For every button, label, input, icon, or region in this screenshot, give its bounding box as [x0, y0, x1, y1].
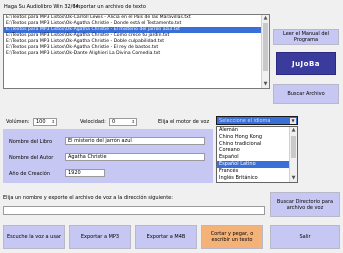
scroll-up-icon[interactable]: ▲ — [262, 15, 269, 22]
spinner-arrows-icon[interactable]: ⇕ — [132, 119, 135, 125]
dropdown-scrollbar[interactable]: ▲ ▼ — [289, 127, 297, 182]
export-m4b-button[interactable]: Exportar a M4B — [135, 225, 197, 249]
creation-year-label: Año de Creación — [9, 171, 51, 177]
author-name-label: Nombre del Autor — [9, 155, 54, 161]
scroll-down-icon[interactable]: ▼ — [262, 81, 269, 88]
export-prompt: Elija un nombre y exporte el archivo de … — [3, 195, 173, 201]
volume-spinner[interactable]: 100 ⇕ — [33, 118, 57, 126]
export-mp3-button[interactable]: Exportar a MP3 — [69, 225, 131, 249]
list-scrollbar[interactable]: ▲ ▼ — [261, 15, 269, 88]
scroll-up-icon[interactable]: ▲ — [290, 127, 297, 134]
tab-import-text[interactable]: Importar un archivo de texto — [70, 0, 150, 14]
language-option[interactable]: Chino tradicional — [217, 141, 297, 148]
search-directory-button[interactable]: Buscar Directorio para archivo de voz — [270, 192, 340, 217]
creation-year-field[interactable]: 1920 — [65, 169, 105, 177]
listen-voice-button[interactable]: Escuche la voz a usar — [3, 225, 65, 249]
language-select[interactable]: Seleccione el idioma ▼ — [216, 116, 298, 125]
volume-value: 100 — [36, 119, 46, 125]
volume-label: Volúmen: — [6, 119, 30, 125]
engine-label: Elija el motor de voz — [158, 119, 210, 125]
cut-paste-text-button[interactable]: Cortar y pegar, o escribir un texto — [201, 225, 263, 249]
book-name-field[interactable]: El misterio del jarrón azul — [65, 137, 205, 145]
language-option[interactable]: Inglés Británico — [217, 175, 297, 182]
speed-label: Velocidad: — [80, 119, 106, 125]
language-option[interactable]: Coreano — [217, 147, 297, 154]
scroll-thumb[interactable] — [263, 23, 268, 71]
search-file-button[interactable]: Buscar Archivo — [273, 84, 339, 104]
scroll-thumb[interactable] — [291, 136, 296, 158]
spinner-arrows-icon[interactable]: ⇕ — [52, 119, 55, 125]
jujoba-logo: JuJoBa — [276, 52, 336, 75]
language-option[interactable]: Español — [217, 154, 297, 161]
scroll-down-icon[interactable]: ▼ — [290, 175, 297, 182]
speed-value: 0 — [112, 119, 116, 125]
language-option[interactable]: Francés — [217, 168, 297, 175]
language-dropdown[interactable]: Alemán Chino Hong Kong Chino tradicional Co… — [216, 126, 298, 183]
chevron-down-icon[interactable]: ▼ — [290, 118, 296, 124]
file-list[interactable]: E:\Textos para MP3 Listos\Ok-Carroll Lew… — [3, 14, 270, 89]
author-name-field[interactable]: Agatha Christie — [65, 153, 205, 161]
language-option[interactable]: Alemán — [217, 127, 297, 134]
read-manual-button[interactable]: Leer el Manual del Programa — [273, 29, 339, 45]
export-path-field[interactable] — [3, 206, 265, 215]
language-option[interactable]: Español Latino — [217, 160, 297, 168]
language-select-value: Seleccione el idioma — [219, 118, 271, 124]
language-option[interactable]: Chino Hong Kong — [217, 134, 297, 141]
file-list-item[interactable]: E:\Textos para MP3 Listos\Ok-Dante Aligh… — [4, 51, 269, 57]
exit-button[interactable]: Salir — [270, 225, 340, 249]
speed-spinner[interactable]: 0 ⇕ — [109, 118, 137, 126]
book-name-label: Nombre del Libro — [9, 139, 53, 145]
